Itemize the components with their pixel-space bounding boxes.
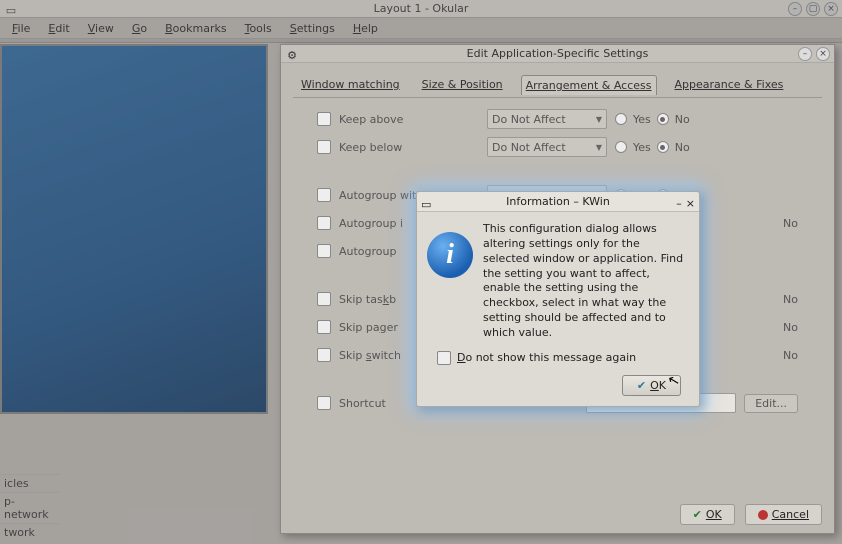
tab-window-matching[interactable]: Window matching <box>297 75 404 95</box>
minimize-icon[interactable]: – <box>798 47 812 61</box>
info-icon: i <box>427 232 473 278</box>
edit-button[interactable]: Edit... <box>744 394 798 413</box>
menu-go[interactable]: Go <box>124 20 155 37</box>
menu-edit[interactable]: Edit <box>40 20 77 37</box>
combo-keep-below[interactable]: Do Not Affect▼ <box>487 137 607 157</box>
info-ok-button[interactable]: ✔ OK <box>622 375 681 396</box>
checkbox-skip-switcher[interactable] <box>317 348 331 362</box>
close-icon[interactable]: × <box>824 2 838 16</box>
radio-no[interactable] <box>657 113 669 125</box>
document-view[interactable] <box>0 44 268 414</box>
tab-size-position[interactable]: Size & Position <box>418 75 507 95</box>
radio-no[interactable] <box>657 141 669 153</box>
cancel-icon <box>758 510 768 520</box>
checkbox-shortcut[interactable] <box>317 396 331 410</box>
info-window-icon: ▭ <box>421 195 431 215</box>
settings-ok-button[interactable]: ✔OK <box>680 504 735 525</box>
tab-appearance-fixes[interactable]: Appearance & Fixes <box>671 75 788 95</box>
info-dialog: ▭ Information – KWin – × i This configur… <box>416 191 700 407</box>
info-message: This configuration dialog allows alterin… <box>483 222 685 341</box>
main-title: Layout 1 - Okular <box>374 2 469 15</box>
checkbox-autogroup-fg[interactable] <box>317 216 331 230</box>
settings-cancel-button[interactable]: Cancel <box>745 504 822 525</box>
row-keep-above: Keep above Do Not Affect▼ YesNo <box>317 108 798 130</box>
checkbox-skip-taskbar[interactable] <box>317 292 331 306</box>
menu-help[interactable]: Help <box>345 20 386 37</box>
checkbox-dont-show[interactable] <box>437 351 451 365</box>
info-title: Information – KWin <box>506 195 610 208</box>
tab-arrangement-access[interactable]: Arrangement & Access <box>521 75 657 95</box>
side-item[interactable]: icles <box>0 474 60 492</box>
settings-icon: ⚙ <box>285 47 299 61</box>
menu-bookmarks[interactable]: Bookmarks <box>157 20 234 37</box>
settings-tabs: Window matching Size & Position Arrangem… <box>293 75 822 98</box>
menubar: File Edit View Go Bookmarks Tools Settin… <box>0 18 842 39</box>
checkbox-autogroup-id[interactable] <box>317 244 331 258</box>
dont-show-label: Do not show this message again <box>457 351 636 364</box>
menu-settings[interactable]: Settings <box>282 20 343 37</box>
info-titlebar: ▭ Information – KWin – × <box>417 192 699 212</box>
side-item[interactable]: p-network <box>0 492 60 523</box>
close-icon[interactable]: × <box>816 47 830 61</box>
minimize-icon[interactable]: – <box>676 194 682 214</box>
radio-yes[interactable] <box>615 113 627 125</box>
side-item[interactable]: twork <box>0 523 60 541</box>
checkbox-skip-pager[interactable] <box>317 320 331 334</box>
menu-file[interactable]: File <box>4 20 38 37</box>
menu-tools[interactable]: Tools <box>237 20 280 37</box>
checkbox-autogroup-identical[interactable] <box>317 188 331 202</box>
close-icon[interactable]: × <box>686 194 695 214</box>
main-titlebar: ▭ Layout 1 - Okular – ▢ × <box>0 0 842 18</box>
radio-yes[interactable] <box>615 141 627 153</box>
chevron-down-icon: ▼ <box>596 143 602 152</box>
row-keep-below: Keep below Do Not Affect▼ YesNo <box>317 136 798 158</box>
app-icon: ▭ <box>4 2 18 16</box>
settings-title: Edit Application-Specific Settings <box>467 47 649 60</box>
checkbox-keep-above[interactable] <box>317 112 331 126</box>
side-panel-snippet: icles p-network twork <box>0 474 60 541</box>
chevron-down-icon: ▼ <box>596 115 602 124</box>
combo-keep-above[interactable]: Do Not Affect▼ <box>487 109 607 129</box>
check-icon: ✔ <box>693 508 702 521</box>
menu-view[interactable]: View <box>80 20 122 37</box>
check-icon: ✔ <box>637 379 646 392</box>
checkbox-keep-below[interactable] <box>317 140 331 154</box>
minimize-icon[interactable]: – <box>788 2 802 16</box>
settings-titlebar: ⚙ Edit Application-Specific Settings – × <box>281 45 834 63</box>
maximize-icon[interactable]: ▢ <box>806 2 820 16</box>
